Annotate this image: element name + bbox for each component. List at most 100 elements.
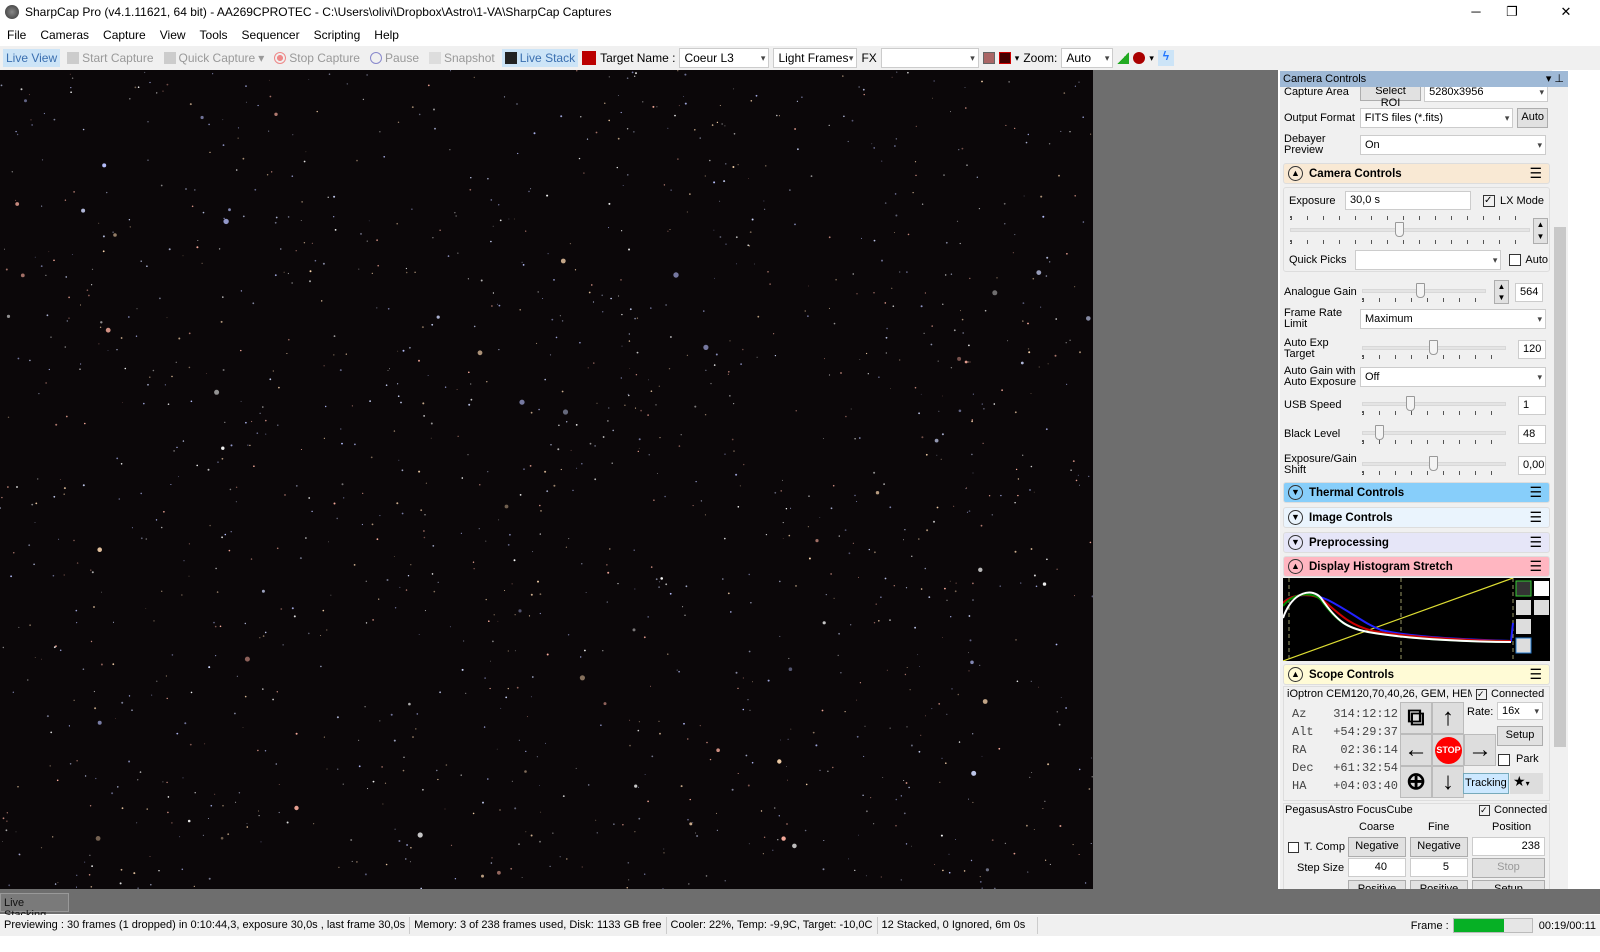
histogram-icon[interactable] <box>1117 52 1130 64</box>
analogue-gain-slider[interactable] <box>1360 282 1488 302</box>
menu-icon[interactable]: ☰ <box>1529 666 1542 683</box>
spiral-search-button[interactable]: ⧉ <box>1400 702 1432 734</box>
north-button[interactable]: ↑ <box>1432 702 1464 734</box>
menu-help[interactable]: Help <box>367 28 406 42</box>
coarse-negative-button[interactable]: Negative <box>1348 837 1406 857</box>
collapse-icon[interactable]: ▲ <box>1288 559 1303 574</box>
menu-tools[interactable]: Tools <box>193 28 235 42</box>
center-target-button[interactable]: ⊕ <box>1400 766 1432 798</box>
menu-icon[interactable]: ☰ <box>1529 534 1542 551</box>
frame-type-select[interactable]: Light Frames <box>773 48 858 68</box>
stop-capture-button[interactable]: Stop Capture <box>271 49 363 67</box>
fine-negative-button[interactable]: Negative <box>1410 837 1468 857</box>
zoom-select[interactable]: Auto <box>1061 48 1114 68</box>
minimize-button[interactable]: ─ <box>1458 0 1494 24</box>
menu-capture[interactable]: Capture <box>96 28 153 42</box>
debayer-select[interactable]: On <box>1360 135 1546 155</box>
snapshot-button[interactable]: Snapshot <box>426 49 498 67</box>
menu-icon[interactable]: ☰ <box>1529 484 1542 501</box>
tcomp-checkbox[interactable] <box>1288 842 1299 853</box>
exp-gain-shift-input[interactable]: 0,00 <box>1518 455 1546 475</box>
auto-exp-target-slider[interactable] <box>1360 339 1508 359</box>
scope-controls-section[interactable]: ▲ Scope Controls ☰ <box>1283 664 1550 685</box>
exposure-input[interactable]: 30,0 s <box>1345 191 1471 210</box>
tracking-button[interactable]: Tracking <box>1463 773 1509 794</box>
focuser-stop-button[interactable]: Stop <box>1472 858 1545 878</box>
quick-picks-select[interactable] <box>1354 250 1502 270</box>
menu-icon[interactable]: ☰ <box>1529 558 1542 575</box>
east-button[interactable]: → <box>1464 734 1496 766</box>
menu-view[interactable]: View <box>153 28 193 42</box>
menu-scripting[interactable]: Scripting <box>307 28 368 42</box>
focus-dropdown-icon[interactable]: ▾ <box>1149 53 1154 64</box>
fx-select[interactable] <box>880 48 979 68</box>
collapse-icon[interactable]: ▲ <box>1288 166 1303 181</box>
live-stacking-tab[interactable]: Live Stacking <box>0 893 69 921</box>
output-auto-button[interactable]: Auto <box>1517 108 1548 128</box>
menu-icon[interactable]: ☰ <box>1529 165 1542 182</box>
menu-icon[interactable]: ☰ <box>1529 509 1542 526</box>
west-button[interactable]: ← <box>1400 734 1432 766</box>
pause-button[interactable]: Pause <box>367 49 422 67</box>
park-checkbox[interactable] <box>1498 754 1510 766</box>
menu-cameras[interactable]: Cameras <box>33 28 96 42</box>
restore-button[interactable]: ❐ <box>1494 0 1530 24</box>
tracking-rate-dropdown[interactable]: ★▾ <box>1510 773 1543 794</box>
focuser-position-input[interactable]: 238 <box>1472 837 1545 856</box>
crosshair-icon[interactable] <box>998 52 1011 64</box>
auto-gain-select[interactable]: Off <box>1360 367 1546 387</box>
pin-icon[interactable]: ▾ ⊥ <box>1546 71 1564 87</box>
star <box>308 79 310 80</box>
quick-capture-button[interactable]: Quick Capture ▾ <box>161 49 268 67</box>
no-dark-icon[interactable] <box>582 51 597 65</box>
south-button[interactable]: ↓ <box>1432 766 1464 798</box>
target-name-input[interactable]: Coeur L3 <box>679 48 770 68</box>
focus-assist-icon[interactable] <box>1133 52 1146 64</box>
live-view-button[interactable]: Live View <box>3 49 61 67</box>
exposure-spinner[interactable]: ▲ ▼ <box>1533 218 1548 244</box>
expand-icon[interactable]: ▼ <box>1288 535 1303 550</box>
black-level-slider[interactable] <box>1360 424 1508 444</box>
live-stack-button[interactable]: Live Stack <box>501 49 579 67</box>
live-image-view[interactable] <box>0 70 1093 889</box>
menu-sequencer[interactable]: Sequencer <box>235 28 307 42</box>
star <box>528 615 531 617</box>
star <box>763 836 766 838</box>
analogue-gain-spinner[interactable]: ▲ ▼ <box>1494 280 1509 304</box>
stop-slew-button[interactable]: STOP <box>1432 734 1464 766</box>
usb-speed-slider[interactable] <box>1360 395 1508 415</box>
fine-step-input[interactable]: 5 <box>1410 858 1468 877</box>
usb-speed-input[interactable]: 1 <box>1518 395 1546 415</box>
crosshair-dropdown-icon[interactable]: ▾ <box>1015 53 1020 64</box>
quick-auto-checkbox[interactable] <box>1509 254 1522 266</box>
preprocessing-section[interactable]: ▼ Preprocessing ☰ <box>1283 532 1550 553</box>
coarse-step-input[interactable]: 40 <box>1348 858 1406 877</box>
expand-icon[interactable]: ▼ <box>1288 485 1303 500</box>
reticle-icon[interactable] <box>982 52 995 64</box>
frame-rate-select[interactable]: Maximum <box>1360 309 1546 329</box>
focuser-connected-checkbox[interactable]: ✓ <box>1479 804 1490 816</box>
mount-connected-checkbox[interactable]: ✓ <box>1476 688 1487 700</box>
output-format-select[interactable]: FITS files (*.fits) <box>1359 108 1514 128</box>
auto-exp-target-input[interactable]: 120 <box>1518 339 1546 359</box>
thermal-controls-section[interactable]: ▼ Thermal Controls ☰ <box>1283 482 1550 503</box>
image-controls-section[interactable]: ▼ Image Controls ☰ <box>1283 507 1550 528</box>
rate-select[interactable]: 16x <box>1497 702 1543 720</box>
black-level-input[interactable]: 48 <box>1518 424 1546 444</box>
scope-setup-button[interactable]: Setup <box>1497 726 1543 746</box>
exposure-slider[interactable] <box>1290 222 1530 237</box>
exp-gain-shift-slider[interactable] <box>1360 455 1508 475</box>
expand-icon[interactable]: ▼ <box>1288 510 1303 525</box>
display-histogram-stretch-section[interactable]: ▲ Display Histogram Stretch ☰ <box>1283 556 1550 577</box>
camera-controls-section[interactable]: ▲ Camera Controls ☰ <box>1283 163 1550 184</box>
panel-scrollbar[interactable] <box>1552 87 1568 890</box>
analogue-gain-input[interactable]: 564 <box>1515 282 1543 302</box>
star <box>560 258 566 264</box>
menu-file[interactable]: File <box>0 28 33 42</box>
lx-mode-checkbox[interactable]: ✓ <box>1483 194 1495 207</box>
histogram-stretch-graph[interactable] <box>1283 578 1550 661</box>
collapse-icon[interactable]: ▲ <box>1288 667 1303 682</box>
plugin-icon[interactable]: ϟ <box>1157 50 1174 66</box>
close-button[interactable]: ✕ <box>1548 0 1584 24</box>
start-capture-button[interactable]: Start Capture <box>64 49 156 67</box>
